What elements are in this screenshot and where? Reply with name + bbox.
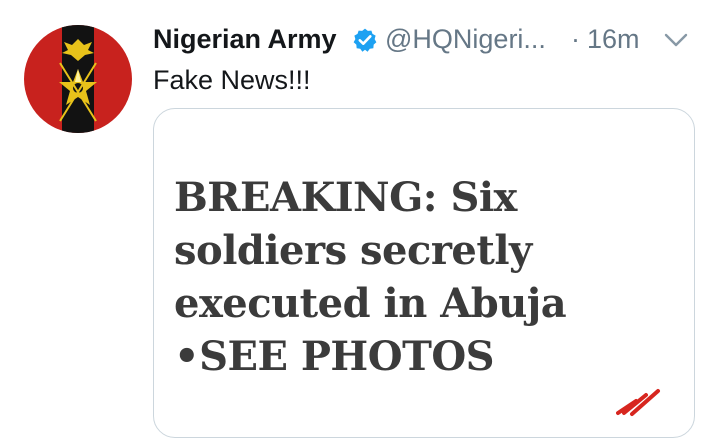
verified-badge-icon (353, 28, 377, 52)
card-headline: BREAKING: Six soldiers secretly executed… (174, 174, 567, 380)
author-handle[interactable]: @HQNigeri... (385, 20, 546, 58)
author-name[interactable]: Nigerian Army (153, 20, 337, 58)
tweet-header: Nigerian Army @HQNigeri... · 16m (153, 20, 698, 60)
media-card[interactable]: BREAKING: Six soldiers secretly executed… (153, 108, 695, 438)
army-crest-logo (24, 25, 132, 133)
avatar[interactable] (24, 25, 132, 133)
chevron-down-icon[interactable] (663, 30, 689, 50)
tweet-text: Fake News!!! (153, 65, 311, 95)
red-scribble-mark (616, 389, 660, 416)
tweet-timestamp[interactable]: 16m (587, 20, 640, 58)
dot-separator: · (571, 24, 580, 54)
